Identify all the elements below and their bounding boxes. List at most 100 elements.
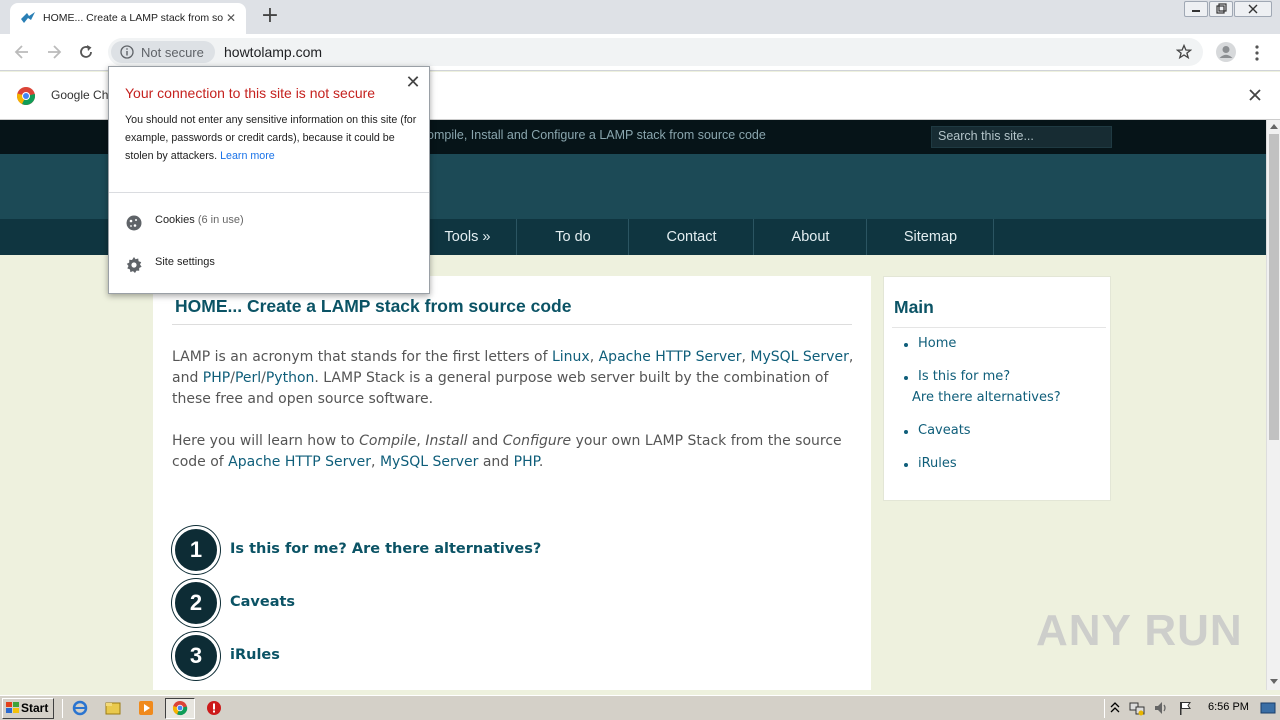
list-bullet [904, 376, 908, 380]
cookies-row[interactable]: Cookies (6 in use) [125, 210, 415, 234]
taskbar-separator [62, 699, 63, 718]
scroll-up-icon[interactable] [1270, 123, 1278, 129]
scrollbar-thumb[interactable] [1269, 134, 1279, 440]
address-bar[interactable]: Not secure howtolamp.com [108, 38, 1203, 66]
media-player-icon[interactable] [138, 700, 154, 716]
popup-heading: Your connection to this site is not secu… [125, 85, 376, 101]
tray-expand-icon[interactable] [1110, 701, 1120, 715]
windows-logo-icon [6, 702, 20, 715]
sidebar-main-menu: Main Home Is this for me? Are there alte… [883, 276, 1111, 501]
site-settings-label: Site settings [155, 256, 215, 268]
sidebar-link-is-this-for-me[interactable]: Is this for me? [918, 369, 1010, 384]
link-linux[interactable]: Linux [552, 349, 590, 365]
watermark-logo: ANY RUN [1036, 606, 1243, 655]
not-secure-label: Not secure [141, 45, 204, 60]
step-number-badge: 2 [172, 579, 220, 627]
step-number-badge: 1 [172, 526, 220, 574]
profile-avatar-icon[interactable] [1215, 41, 1237, 63]
page-title[interactable]: HOME... Create a LAMP stack from source … [175, 296, 571, 317]
popup-divider [109, 192, 429, 193]
cookies-label: Cookies (6 in use) [155, 214, 244, 226]
site-settings-row[interactable]: Site settings [125, 252, 415, 276]
step-item[interactable]: 1 Is this for me? Are there alternatives… [172, 526, 672, 574]
forward-arrow-icon[interactable] [44, 42, 64, 62]
tab-strip: HOME... Create a LAMP stack from source … [0, 0, 1280, 34]
stop-sign-icon[interactable] [206, 700, 222, 716]
internet-explorer-icon[interactable] [72, 700, 88, 716]
tray-separator [1104, 699, 1105, 718]
learn-more-link[interactable]: Learn more [220, 150, 275, 162]
bookmark-star-icon[interactable] [1176, 44, 1192, 60]
tab-title: HOME... Create a LAMP stack from source … [43, 12, 223, 24]
list-bullet [904, 343, 908, 347]
list-bullet [904, 463, 908, 467]
nav-item-about[interactable]: About [755, 219, 867, 255]
back-arrow-icon[interactable] [12, 42, 32, 62]
start-label: Start [21, 701, 49, 715]
info-icon [120, 45, 134, 59]
site-info-popup: Your connection to this site is not secu… [108, 66, 430, 294]
sidebar-title: Main [894, 297, 934, 317]
popup-close-icon[interactable]: ✕ [405, 74, 421, 92]
site-tagline: ompile, Install and Configure a LAMP sta… [427, 128, 766, 142]
nav-item-sitemap[interactable]: Sitemap [868, 219, 994, 255]
browser-tab[interactable]: HOME... Create a LAMP stack from source … [10, 3, 246, 34]
chrome-taskbar-icon [172, 700, 188, 716]
page-scrollbar[interactable] [1266, 120, 1280, 690]
screen: HOME... Create a LAMP stack from source … [0, 0, 1280, 720]
sidebar-link-alternatives[interactable]: Are there alternatives? [912, 390, 1061, 405]
step-link[interactable]: Caveats [230, 594, 295, 610]
volume-tray-icon[interactable] [1153, 700, 1169, 716]
minimize-window-icon[interactable] [1184, 1, 1208, 17]
link-php[interactable]: PHP [203, 370, 230, 386]
link-perl[interactable]: Perl [235, 370, 261, 386]
tab-close-icon[interactable]: ✕ [224, 11, 238, 25]
nav-item-contact[interactable]: Contact [630, 219, 754, 255]
sidebar-link-home[interactable]: Home [918, 336, 956, 351]
chrome-logo-icon [16, 86, 36, 106]
cookie-icon [125, 214, 143, 232]
sidebar-divider [892, 327, 1106, 328]
learn-paragraph: Here you will learn how to Compile, Inst… [172, 433, 842, 470]
step-item[interactable]: 2 Caveats [172, 579, 672, 627]
nav-item-todo[interactable]: To do [518, 219, 629, 255]
link-php-source[interactable]: PHP [514, 454, 539, 470]
step-link[interactable]: Is this for me? Are there alternatives? [230, 541, 541, 557]
taskbar-clock[interactable]: 6:56 PM [1208, 701, 1249, 713]
restore-window-icon[interactable] [1209, 1, 1233, 17]
menu-kebab-icon[interactable] [1251, 44, 1263, 62]
sidebar-link-irules[interactable]: iRules [918, 456, 957, 471]
step-link[interactable]: iRules [230, 647, 280, 663]
taskbar-chrome-button[interactable] [165, 698, 195, 719]
main-content: HOME... Create a LAMP stack from source … [153, 276, 871, 690]
gear-icon [125, 256, 143, 274]
show-desktop-icon[interactable] [1260, 700, 1276, 716]
start-button[interactable]: Start [2, 698, 54, 719]
popup-message: You should not enter any sensitive infor… [125, 114, 417, 162]
security-chip[interactable]: Not secure [111, 41, 215, 63]
link-mysql[interactable]: MySQL Server [750, 349, 848, 365]
action-center-flag-icon[interactable] [1177, 700, 1193, 716]
file-explorer-icon[interactable] [105, 700, 121, 716]
title-divider [172, 324, 852, 325]
close-window-icon[interactable] [1234, 1, 1272, 17]
url-text[interactable]: howtolamp.com [224, 44, 322, 60]
nav-item-tools[interactable]: Tools » [419, 219, 517, 255]
intro-paragraph: LAMP is an acronym that stands for the f… [172, 349, 854, 407]
sidebar-link-caveats[interactable]: Caveats [918, 423, 971, 438]
link-apache-source[interactable]: Apache HTTP Server [228, 454, 371, 470]
site-favicon-icon [20, 11, 36, 25]
list-bullet [904, 430, 908, 434]
infobar-message: Google Ch [51, 88, 109, 102]
reload-icon[interactable] [76, 42, 96, 62]
link-apache[interactable]: Apache HTTP Server [599, 349, 742, 365]
scroll-down-icon[interactable] [1270, 679, 1278, 685]
infobar-close-icon[interactable] [1248, 88, 1262, 102]
site-search-input[interactable]: Search this site... [931, 126, 1112, 148]
new-tab-icon[interactable]: + [259, 5, 281, 28]
step-item[interactable]: 3 iRules [172, 632, 672, 680]
link-python[interactable]: Python [266, 370, 315, 386]
network-tray-icon[interactable] [1129, 700, 1145, 716]
link-mysql-source[interactable]: MySQL Server [380, 454, 478, 470]
windows-taskbar: Start 6:56 PM [0, 695, 1280, 720]
